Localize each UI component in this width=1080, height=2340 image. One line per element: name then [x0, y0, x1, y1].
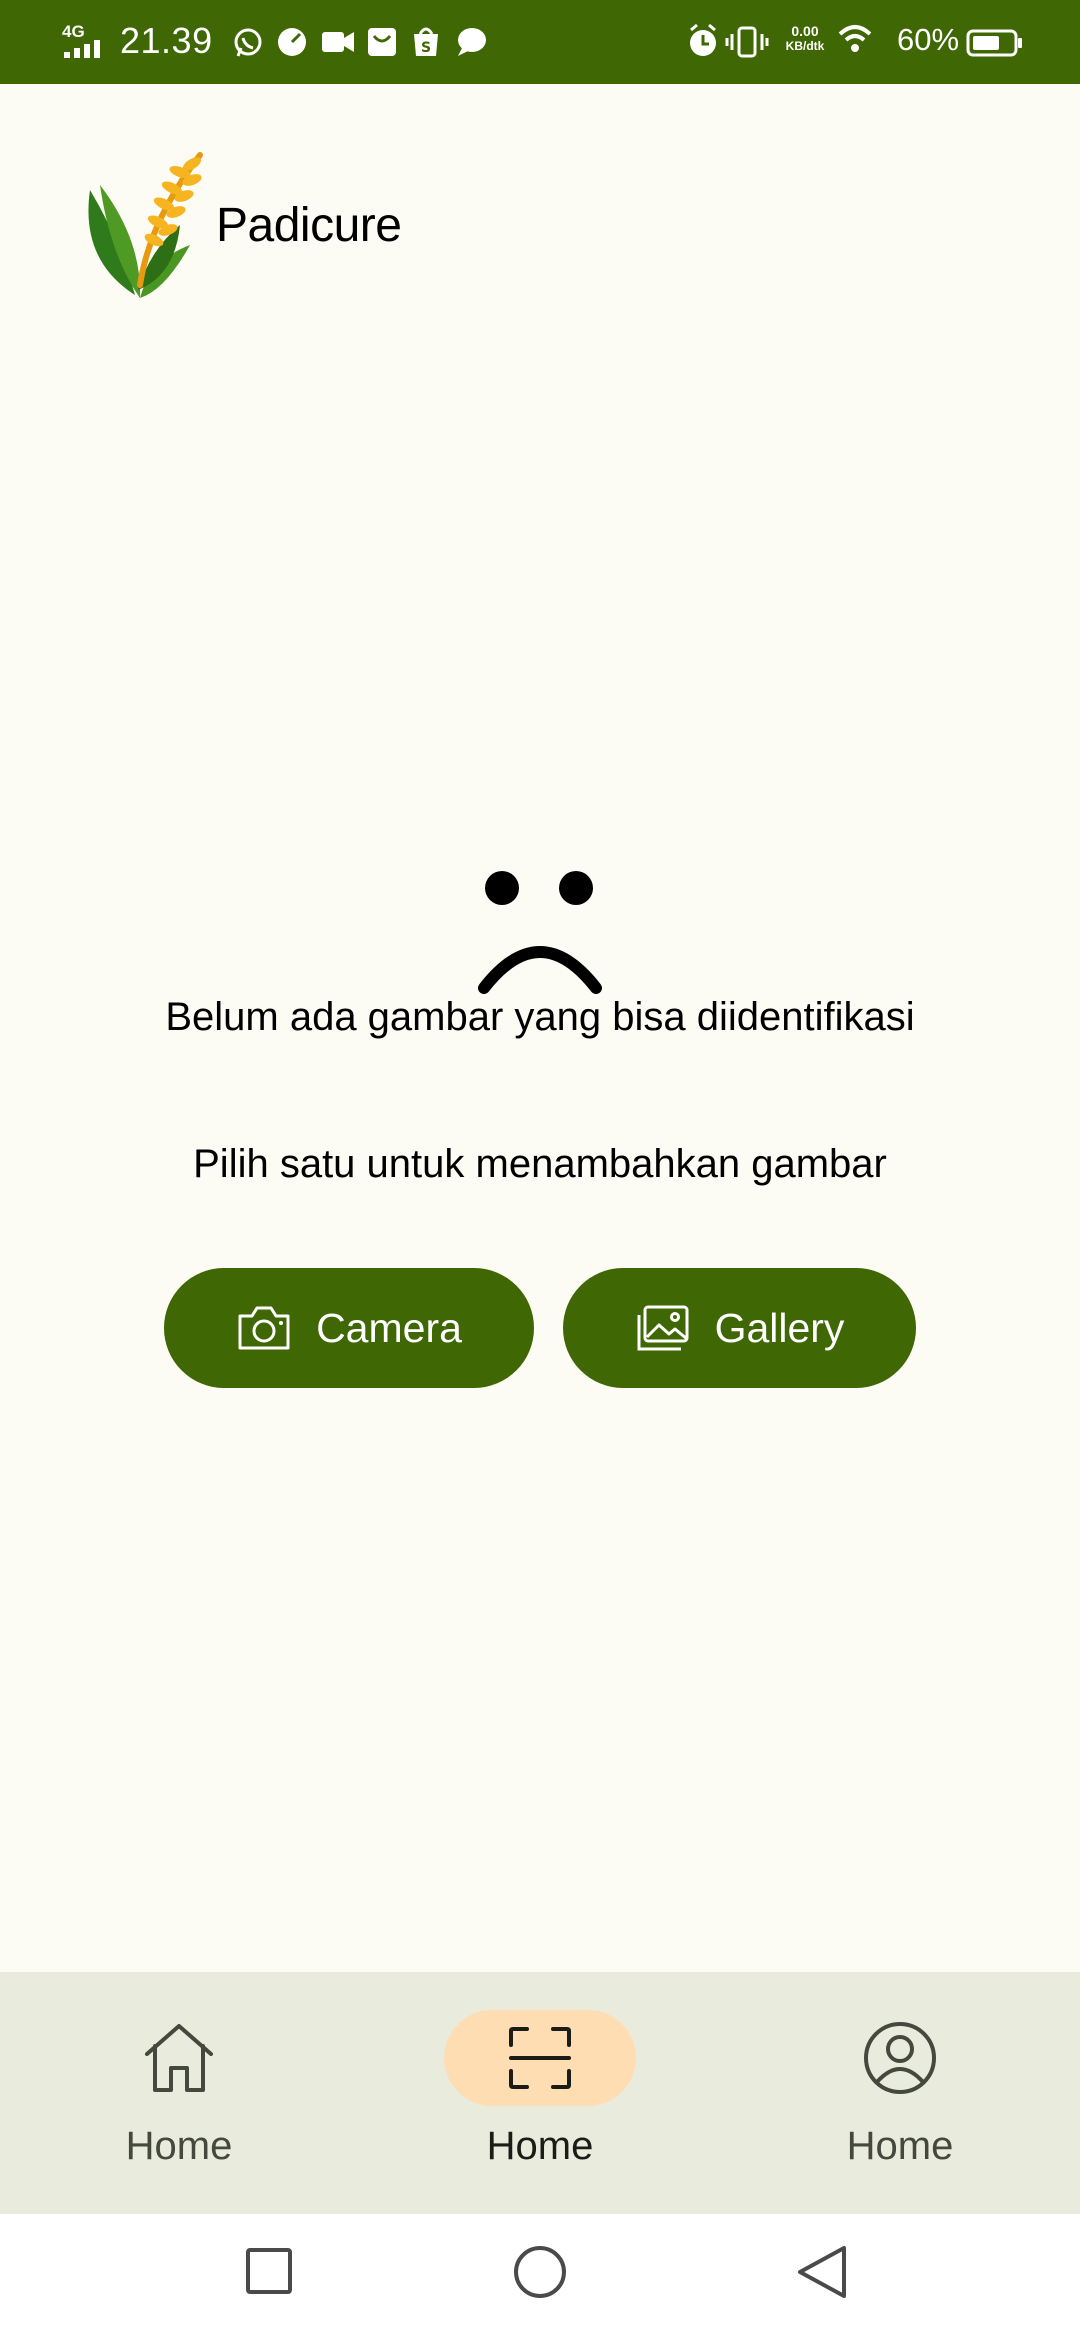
svg-text:S: S — [421, 40, 431, 56]
nav-label-profile: Home — [846, 2124, 954, 2168]
back-button[interactable] — [794, 2244, 854, 2304]
speedometer-icon — [278, 28, 306, 56]
alarm-icon — [690, 23, 716, 56]
shopee-icon: S — [414, 27, 438, 56]
rice-plant-icon — [88, 152, 203, 298]
video-icon — [322, 32, 354, 52]
sad-face-icon — [478, 871, 602, 994]
system-navigation-bar — [0, 2214, 1080, 2340]
nav-item-home[interactable]: Home — [59, 1972, 299, 2214]
camera-icon — [238, 1306, 290, 1350]
system-status-icons — [690, 23, 769, 58]
battery-icon — [966, 29, 1022, 57]
recents-button[interactable] — [244, 2244, 296, 2300]
wifi-icon — [838, 25, 872, 52]
chat-icon — [458, 28, 486, 56]
notification-icons: S — [234, 27, 486, 57]
network-speed: 0.00 KB/dtk — [780, 24, 830, 54]
nav-icon-container — [83, 2010, 275, 2106]
gallery-icon — [637, 1305, 689, 1351]
home-icon — [145, 2024, 213, 2092]
nav-icon-container — [804, 2010, 996, 2106]
status-time: 21.39 — [120, 20, 213, 61]
signal-icon — [64, 40, 100, 58]
network-type: 4G — [62, 22, 85, 41]
scan-icon — [509, 2027, 571, 2089]
nav-label-scan: Home — [486, 2124, 594, 2168]
whatsapp-icon — [234, 28, 262, 57]
camera-button[interactable]: Camera — [164, 1268, 534, 1388]
home-system-button[interactable] — [510, 2244, 570, 2304]
gallery-button[interactable]: Gallery — [563, 1268, 916, 1388]
nav-item-profile[interactable]: Home — [780, 1972, 1020, 2214]
empty-state-hint: Pilih satu untuk menambahkan gambar — [193, 1142, 887, 1186]
empty-state-title: Belum ada gambar yang bisa diidentifikas… — [165, 995, 915, 1039]
nav-active-indicator — [444, 2010, 636, 2106]
nav-label-home: Home — [125, 2124, 233, 2168]
network-speed-unit: KB/dtk — [785, 39, 825, 53]
bottom-navigation: Home Home Home — [0, 1972, 1080, 2214]
gallery-button-label: Gallery — [714, 1304, 845, 1351]
status-bar: 4G 21.39 S 0.00 KB/dtk 60% — [0, 0, 1080, 84]
profile-icon — [864, 2022, 936, 2094]
nav-item-scan[interactable]: Home — [420, 1972, 660, 2214]
network-speed-value: 0.00 — [791, 23, 819, 39]
app-title: Padicure — [216, 199, 402, 252]
battery-percent: 60% — [897, 22, 960, 57]
shopping-bag-icon — [368, 28, 396, 56]
vibrate-icon — [725, 26, 769, 58]
camera-button-label: Camera — [316, 1304, 462, 1351]
